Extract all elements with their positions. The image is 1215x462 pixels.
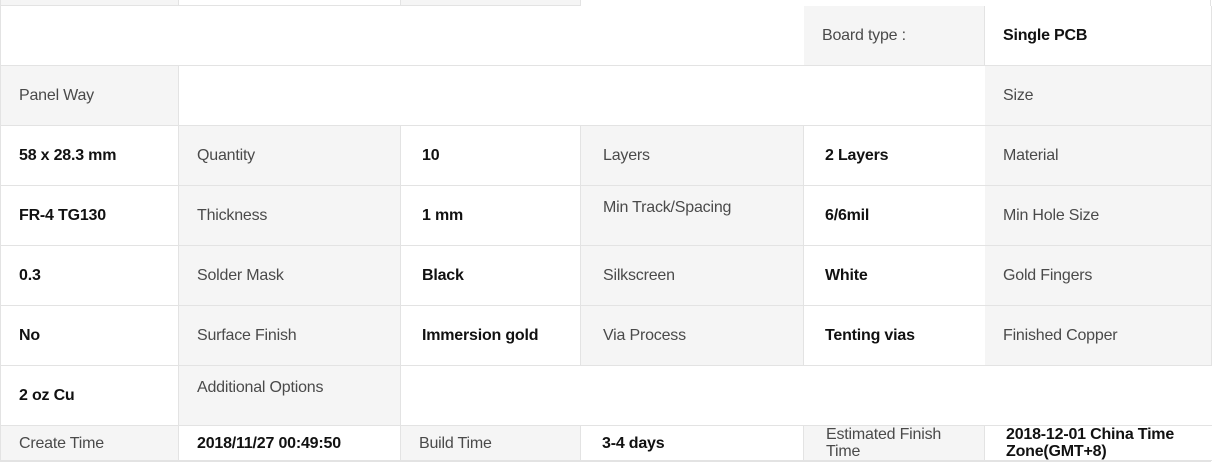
via-process-label: Via Process [581, 306, 804, 366]
additional-options-value [401, 366, 1212, 426]
min-track-spacing-label: Min Track/Spacing [581, 186, 804, 246]
quantity-value: 10 [401, 126, 581, 186]
additional-options-label: Additional Options [179, 366, 401, 426]
create-time-value: 2018/11/27 00:49:50 [179, 426, 401, 461]
gold-fingers-value: No [1, 306, 179, 366]
estimated-finish-time-label: Estimated Finish Time [804, 426, 985, 461]
solder-mask-label: Solder Mask [179, 246, 401, 306]
finished-copper-value: 2 oz Cu [1, 366, 179, 426]
thickness-value: 1 mm [401, 186, 581, 246]
create-time-label: Create Time [1, 426, 179, 461]
thickness-label: Thickness [179, 186, 401, 246]
surface-finish-label: Surface Finish [179, 306, 401, 366]
board-type-value: Single PCB [985, 6, 1212, 66]
finished-copper-label: Finished Copper [985, 306, 1212, 366]
silkscreen-label: Silkscreen [581, 246, 804, 306]
estimated-finish-time-value: 2018-12-01 China Time Zone(GMT+8) [985, 426, 1212, 461]
build-time-label: Build Time [401, 426, 581, 461]
panel-way-value [179, 66, 985, 126]
board-type-label: Board type : [804, 6, 985, 66]
material-value: FR-4 TG130 [1, 186, 179, 246]
solder-mask-value: Black [401, 246, 581, 306]
build-time-value: 3-4 days [581, 426, 804, 461]
material-label: Material [985, 126, 1212, 186]
table-top-strip [1, 6, 804, 66]
layers-label: Layers [581, 126, 804, 186]
size-value: 58 x 28.3 mm [1, 126, 179, 186]
silkscreen-value: White [804, 246, 985, 306]
panel-way-label: Panel Way [1, 66, 179, 126]
quantity-label: Quantity [179, 126, 401, 186]
order-details-table: Board type : Single PCB Panel Way Size 5… [0, 0, 1212, 462]
min-hole-size-value: 0.3 [1, 246, 179, 306]
size-label: Size [985, 66, 1212, 126]
gold-fingers-label: Gold Fingers [985, 246, 1212, 306]
min-hole-size-label: Min Hole Size [985, 186, 1212, 246]
via-process-value: Tenting vias [804, 306, 985, 366]
surface-finish-value: Immersion gold [401, 306, 581, 366]
layers-value: 2 Layers [804, 126, 985, 186]
min-track-spacing-value: 6/6mil [804, 186, 985, 246]
